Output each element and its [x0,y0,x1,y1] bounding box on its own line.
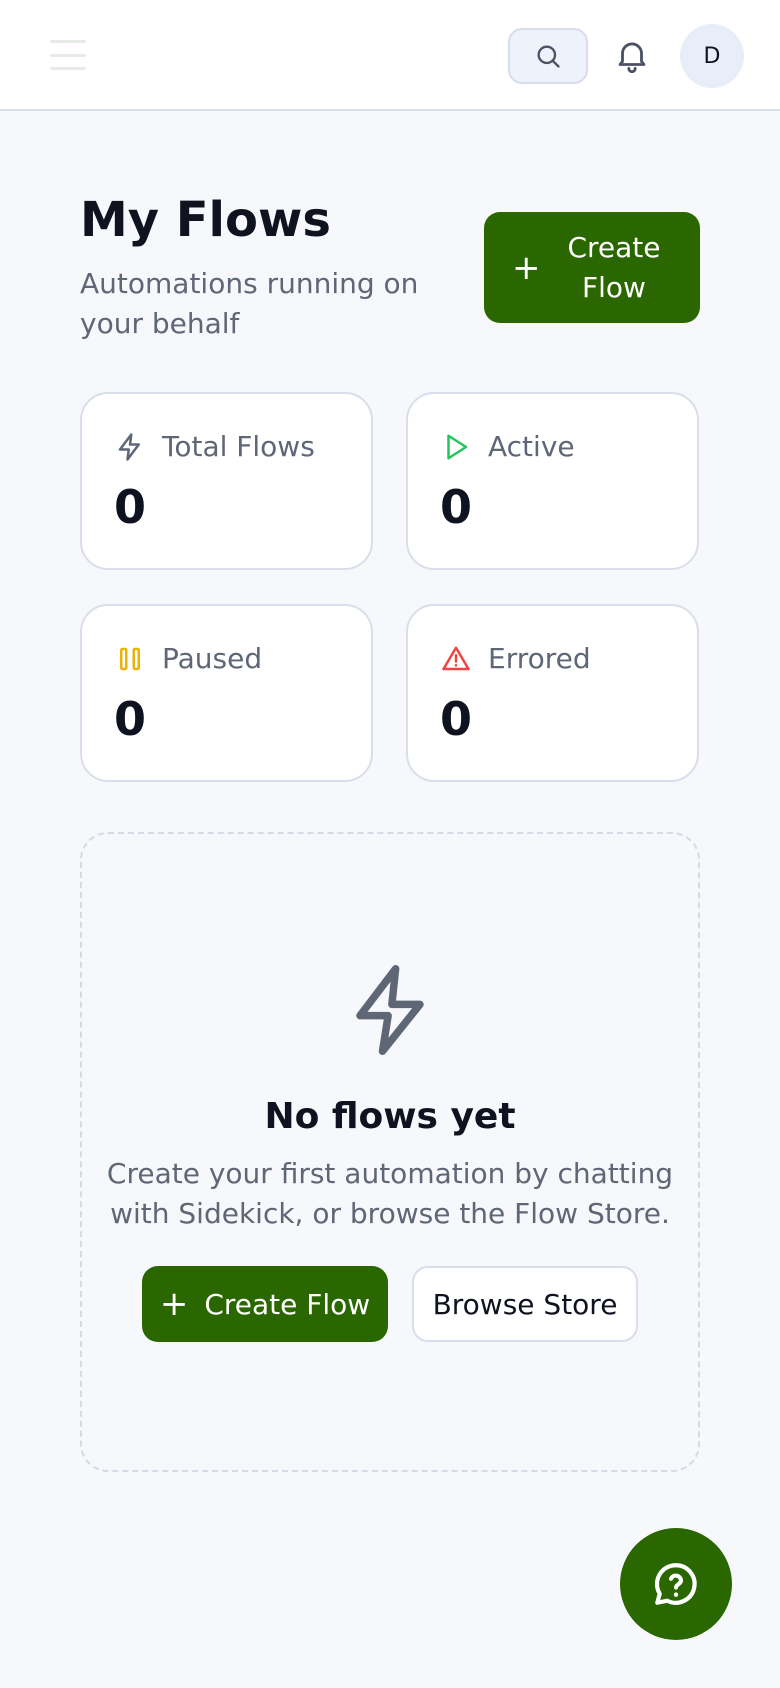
stat-label: Total Flows [162,430,315,463]
bolt-icon [114,431,146,463]
create-flow-label: Create Flow [567,230,661,304]
top-bar: D [0,0,780,111]
stat-label: Errored [488,642,591,675]
stat-value: 0 [440,692,473,746]
plus-icon: + [512,247,541,288]
stat-card-active: Active 0 [406,392,699,570]
create-flow-button[interactable]: + Create Flow [484,212,700,323]
empty-state-description: Create your first automation by chatting… [106,1157,674,1230]
empty-state-title: No flows yet [264,1096,516,1137]
stat-value: 0 [114,692,147,746]
page-title: My Flows [80,192,331,248]
stat-card-errored: Errored 0 [406,604,699,782]
stat-value: 0 [114,480,147,534]
avatar[interactable]: D [680,24,744,88]
stat-card-paused: Paused 0 [80,604,373,782]
play-icon [440,431,472,463]
page-subtitle: Automations running on your behalf [80,267,419,340]
bell-icon [618,42,646,73]
search-icon [537,45,560,68]
search-button[interactable] [508,28,588,84]
warning-icon [440,643,472,675]
menu-icon[interactable] [50,40,86,70]
plus-icon: + [159,1284,189,1324]
browse-store-button[interactable]: Browse Store [412,1266,638,1342]
stat-label: Active [488,430,575,463]
stat-card-total-flows: Total Flows 0 [80,392,373,570]
help-chat-icon [654,1563,697,1605]
help-chat-button[interactable] [620,1528,732,1640]
create-flow-label: Create Flow [204,1287,371,1321]
notifications-button[interactable] [608,30,656,80]
stat-value: 0 [440,480,473,534]
bolt-icon [345,960,435,1060]
empty-state [80,832,700,1472]
stat-label: Paused [162,642,263,675]
pause-icon [114,643,146,675]
create-flow-button[interactable]: + Create Flow [142,1266,388,1342]
